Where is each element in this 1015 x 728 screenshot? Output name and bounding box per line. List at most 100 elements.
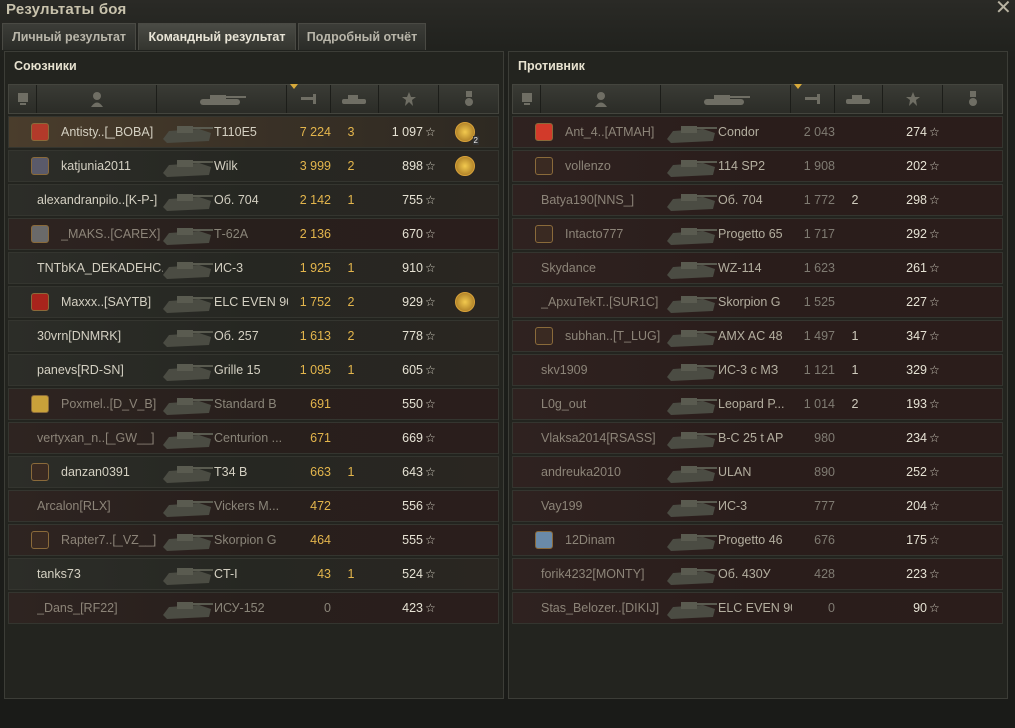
header-vehicle[interactable] (157, 85, 287, 113)
player-row[interactable]: Poxmel..[D_V_B] Standard B 691 550 ☆ (8, 388, 499, 420)
clan-emblem-icon (535, 525, 559, 555)
vehicle-name: Об. 704 (214, 193, 259, 207)
player-row[interactable]: danzan0391 T34 B 663 1 643 ☆ (8, 456, 499, 488)
star-icon: ☆ (425, 567, 436, 581)
tank-icon (199, 95, 246, 105)
header-vehicle[interactable] (661, 85, 791, 113)
kills-value (845, 117, 865, 147)
star-icon: ☆ (425, 295, 436, 309)
enemies-table-header (512, 84, 1003, 114)
vehicle-name: WZ-114 (718, 261, 762, 275)
medal-icon (968, 91, 977, 106)
damage-value: 2 142 (299, 193, 331, 207)
player-icon (90, 92, 103, 107)
header-experience[interactable] (379, 85, 439, 113)
player-row[interactable]: panevs[RD-SN] Grille 15 1 095 1 605 ☆ (8, 354, 499, 386)
medal-icon[interactable]: 2 (455, 117, 481, 147)
star-icon: ☆ (425, 261, 436, 275)
tank-icon (159, 457, 215, 487)
vehicle-name: Vickers M... (214, 499, 280, 513)
header-squad[interactable] (9, 85, 37, 113)
player-row[interactable]: Arcalon[RLX] Vickers M... 472 556 ☆ (8, 490, 499, 522)
player-name: Vlaksa2014[RSASS] (541, 431, 656, 445)
header-damage[interactable] (791, 84, 835, 113)
enemies-panel: Противник Ant_4..[ATMAH] Condor 2 043 27… (508, 51, 1008, 699)
player-row[interactable]: skv1909 ИС-3 с МЗ 1 121 1 329 ☆ (512, 354, 1003, 386)
tank-icon (159, 355, 215, 385)
vehicle-name: ИС-3 (214, 261, 244, 275)
allies-title: Союзники (14, 59, 77, 73)
tab-detailed-report[interactable]: Подробный отчёт (298, 23, 426, 50)
damage-value: 1 908 (803, 159, 835, 173)
player-row[interactable]: _MAKS..[CAREX] Т-62А 2 136 670 ☆ (8, 218, 499, 250)
tank-icon (663, 253, 719, 283)
close-icon[interactable]: ✕ (995, 0, 1012, 18)
damage-value: 1 095 (299, 363, 331, 377)
player-row[interactable]: Rapter7..[_VZ__] Skorpion G 464 555 ☆ (8, 524, 499, 556)
player-name: alexandranpilo..[K-P-] (37, 193, 158, 207)
header-medals[interactable] (943, 85, 1002, 113)
medal-count: 2 (472, 136, 479, 145)
star-icon (905, 92, 920, 106)
medal-icon[interactable] (455, 151, 481, 181)
tab-personal-result[interactable]: Личный результат (2, 23, 136, 50)
player-name: tanks73 (37, 567, 81, 581)
star-icon: ☆ (929, 465, 940, 479)
tab-team-result[interactable]: Командный результат (138, 23, 296, 50)
player-row[interactable]: Stas_Belozer..[DIKIJ] ELC EVEN 90 0 90 ☆ (512, 592, 1003, 624)
header-squad[interactable] (513, 85, 541, 113)
kills-value: 1 (851, 363, 859, 377)
player-row[interactable]: 12Dinam Progetto 46 676 175 ☆ (512, 524, 1003, 556)
player-row[interactable]: katjunia2011 Wilk 3 999 2 898 ☆ (8, 150, 499, 182)
tank-icon (663, 117, 719, 147)
header-medals[interactable] (439, 85, 498, 113)
tank-icon (663, 593, 719, 623)
enemies-title: Противник (518, 59, 585, 73)
vehicle-name: ИС-3 с МЗ (718, 363, 779, 377)
clan-emblem-icon (31, 525, 55, 555)
player-row[interactable]: andreuka2010 ULAN 890 252 ☆ (512, 456, 1003, 488)
player-row[interactable]: alexandranpilo..[K-P-] Об. 704 2 142 1 755 ☆ (8, 184, 499, 216)
player-name: Poxmel..[D_V_B] (61, 397, 157, 411)
player-row[interactable]: vollenzo 114 SP2 1 908 202 ☆ (512, 150, 1003, 182)
player-row[interactable]: forik4232[MONTY] Об. 430У 428 223 ☆ (512, 558, 1003, 590)
player-row[interactable]: _ApxuTekT..[SUR1C] Skorpion G 1 525 227 ☆ (512, 286, 1003, 318)
player-row[interactable]: Ant_4..[ATMAH] Condor 2 043 274 ☆ (512, 116, 1003, 148)
header-player[interactable] (541, 85, 661, 113)
header-damage[interactable] (287, 84, 331, 113)
player-row[interactable]: Intacto777 Progetto 65 1 717 292 ☆ (512, 218, 1003, 250)
sort-indicator-icon (794, 84, 802, 89)
player-row[interactable]: Vay199 ИС-3 777 204 ☆ (512, 490, 1003, 522)
player-row[interactable]: subhan..[T_LUG] AMX AC 48 1 497 1 347 ☆ (512, 320, 1003, 352)
kills-value (845, 457, 865, 487)
experience-value: 929 (402, 295, 423, 309)
player-row[interactable]: Maxxx..[SAYTB] ELC EVEN 90 1 752 2 929 ☆ (8, 286, 499, 318)
tank-icon (159, 253, 215, 283)
kills-value (845, 253, 865, 283)
player-row[interactable]: Vlaksa2014[RSASS] B-C 25 t AP 980 234 ☆ (512, 422, 1003, 454)
star-icon: ☆ (425, 397, 436, 411)
tank-icon (663, 355, 719, 385)
damage-value: 1 772 (803, 193, 835, 207)
player-row[interactable]: Batya190[NNS_] Об. 704 1 772 2 298 ☆ (512, 184, 1003, 216)
kills-value (845, 219, 865, 249)
player-row[interactable]: tanks73 CT-I 43 1 524 ☆ (8, 558, 499, 590)
player-row[interactable]: 30vrn[DNMRK] Об. 257 1 613 2 778 ☆ (8, 320, 499, 352)
player-row[interactable]: L0g_out Leopard P... 1 014 2 193 ☆ (512, 388, 1003, 420)
player-row[interactable]: TNTbKA_DEKADEHC.. ИС-3 1 925 1 910 ☆ (8, 252, 499, 284)
damage-value: 1 121 (803, 363, 835, 377)
player-row[interactable]: Antisty..[_BOBA] T110E5 7 224 3 1 097 ☆ 2 (8, 116, 499, 148)
header-kills[interactable] (835, 85, 883, 113)
header-player[interactable] (37, 85, 157, 113)
player-row[interactable]: Skydance WZ-114 1 623 261 ☆ (512, 252, 1003, 284)
damage-value: 1 752 (299, 295, 331, 309)
medal-icon[interactable] (455, 287, 481, 317)
header-kills[interactable] (331, 85, 379, 113)
tank-icon (663, 491, 719, 521)
clan-emblem-icon (535, 117, 559, 147)
star-icon: ☆ (425, 431, 436, 445)
player-row[interactable]: vertyxan_n..[_GW__] Centurion ... 671 669 ☆ (8, 422, 499, 454)
player-row[interactable]: _Dans_[RF22] ИСУ-152 0 423 ☆ (8, 592, 499, 624)
tank-icon (159, 185, 215, 215)
header-experience[interactable] (883, 85, 943, 113)
